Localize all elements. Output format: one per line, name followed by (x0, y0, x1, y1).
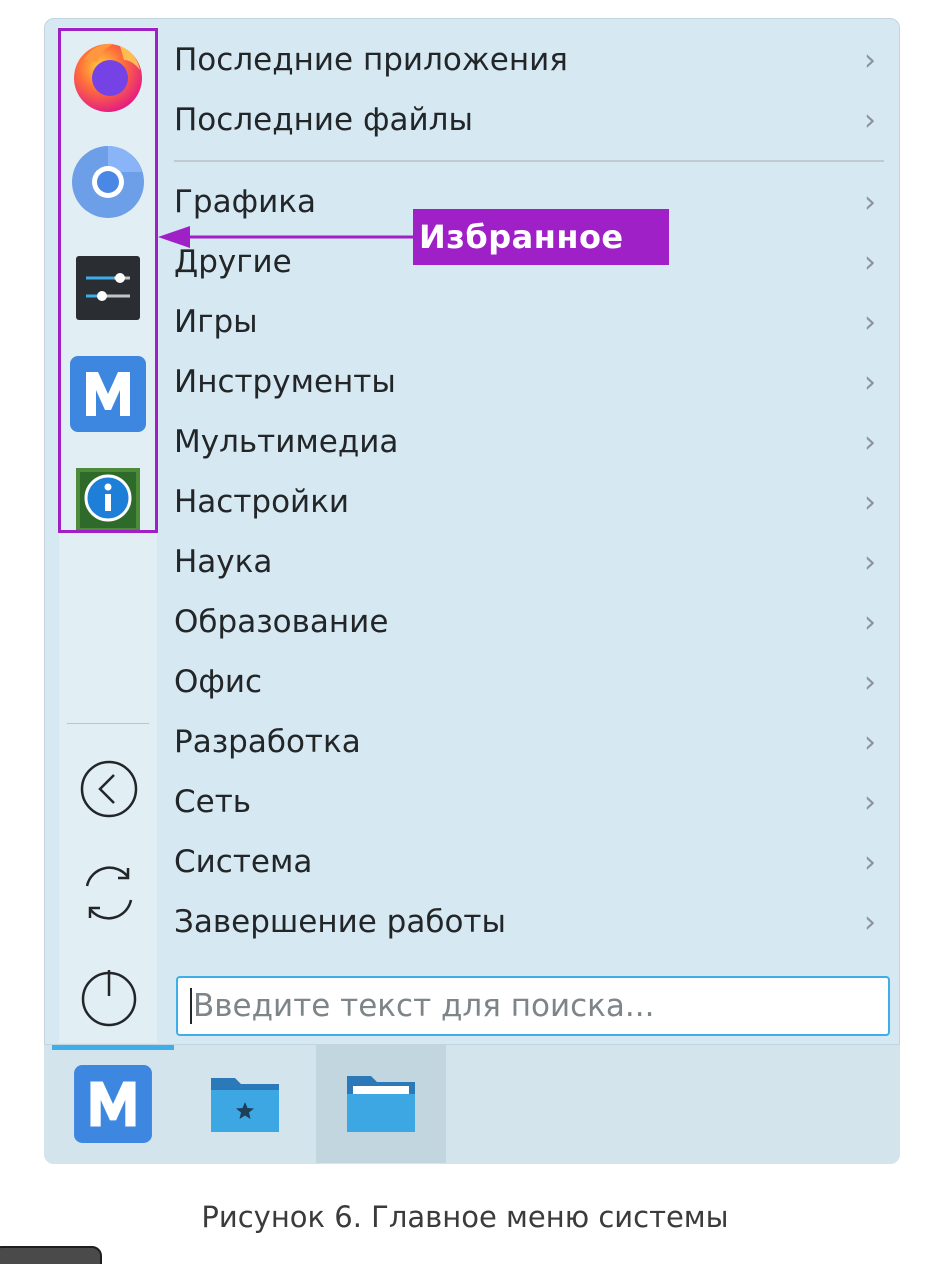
category-item[interactable]: Игры › (174, 292, 884, 352)
chevron-right-icon: › (864, 102, 876, 138)
chevron-right-icon: › (864, 244, 876, 280)
category-label: Последние приложения (174, 42, 568, 78)
corner-widget (0, 1246, 102, 1264)
logout-button[interactable] (77, 757, 141, 821)
taskbar (44, 1044, 900, 1164)
restart-icon (85, 866, 133, 920)
m-app-icon (74, 1065, 152, 1143)
category-label: Настройки (174, 484, 350, 520)
category-label: Сеть (174, 784, 252, 820)
chevron-right-icon: › (864, 304, 876, 340)
category-label: Последние файлы (174, 102, 473, 138)
category-label: Система (174, 844, 313, 880)
category-item[interactable]: Разработка › (174, 712, 884, 772)
category-label: Игры (174, 304, 258, 340)
info-center-icon (76, 468, 140, 532)
favorite-chromium[interactable] (67, 141, 149, 223)
restart-button[interactable] (77, 861, 141, 925)
category-item[interactable]: Настройки › (174, 472, 884, 532)
shutdown-button[interactable] (77, 965, 141, 1029)
category-label: Инструменты (174, 364, 396, 400)
chevron-right-icon: › (864, 844, 876, 880)
favorite-system-settings[interactable] (67, 247, 149, 329)
chevron-right-icon: › (864, 784, 876, 820)
chevron-right-icon: › (864, 484, 876, 520)
sidebar-separator (67, 723, 149, 724)
category-item[interactable]: Инструменты › (174, 352, 884, 412)
search-input[interactable]: Введите текст для поиска... (176, 976, 890, 1036)
chevron-right-icon: › (864, 664, 876, 700)
favorites-sidebar (59, 27, 157, 1043)
taskbar-menu-launcher[interactable] (52, 1045, 174, 1163)
category-label: Офис (174, 664, 263, 700)
chevron-right-icon: › (864, 724, 876, 760)
firefox-icon (74, 43, 142, 112)
favorite-firefox[interactable] (67, 35, 149, 117)
chromium-icon (72, 146, 144, 218)
chevron-right-icon: › (864, 904, 876, 940)
category-label: Мультимедиа (174, 424, 399, 460)
m-app-icon (70, 356, 146, 432)
category-item[interactable]: Последние приложения › (174, 30, 884, 90)
folder-star-icon (211, 1078, 279, 1132)
category-separator (174, 160, 884, 162)
folder-icon (347, 1076, 415, 1132)
taskbar-file-manager[interactable] (316, 1045, 446, 1163)
category-label: Наука (174, 544, 273, 580)
favorite-m-app[interactable] (67, 353, 149, 435)
text-caret (190, 987, 192, 1024)
annotation-label: Избранное (413, 209, 669, 265)
chevron-right-icon: › (864, 424, 876, 460)
category-item[interactable]: Мультимедиа › (174, 412, 884, 472)
category-item[interactable]: Образование › (174, 592, 884, 652)
category-item[interactable]: Система › (174, 832, 884, 892)
category-item[interactable]: Офис › (174, 652, 884, 712)
category-item[interactable]: Завершение работы › (174, 892, 884, 952)
chevron-right-icon: › (864, 184, 876, 220)
category-label: Завершение работы (174, 904, 506, 940)
category-item[interactable]: Наука › (174, 532, 884, 592)
search-placeholder: Введите текст для поиска... (193, 988, 655, 1024)
category-label: Разработка (174, 724, 361, 760)
chevron-right-icon: › (864, 604, 876, 640)
chevron-right-icon: › (864, 544, 876, 580)
category-item[interactable]: Последние файлы › (174, 90, 884, 150)
chevron-right-icon: › (864, 364, 876, 400)
power-icon (81, 970, 137, 1027)
taskbar-favorites-folder[interactable] (184, 1045, 306, 1163)
chevron-right-icon: › (864, 42, 876, 78)
category-label: Образование (174, 604, 389, 640)
category-item[interactable]: Сеть › (174, 772, 884, 832)
system-settings-icon (76, 256, 140, 320)
figure-caption: Рисунок 6. Главное меню системы (201, 1200, 729, 1234)
logout-icon (80, 760, 138, 818)
favorite-info-center[interactable] (67, 459, 149, 541)
